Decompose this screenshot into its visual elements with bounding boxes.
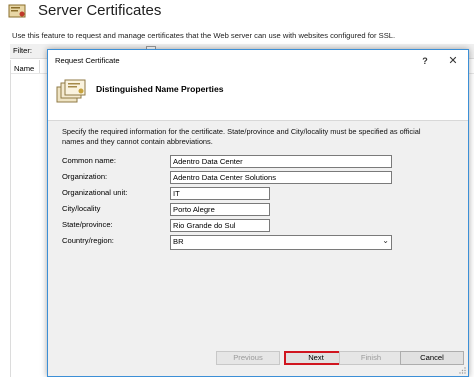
previous-button[interactable]: Previous	[216, 351, 280, 365]
dialog-footer: Previous Next Finish Cancel	[48, 348, 468, 376]
finish-button[interactable]: Finish	[339, 351, 403, 365]
page-title: Server Certificates	[38, 2, 162, 19]
country-select[interactable]: BR ⌄	[170, 235, 392, 250]
cancel-button[interactable]: Cancel	[400, 351, 464, 365]
country-selected-value: BR	[173, 237, 184, 246]
dialog-body: Specify the required information for the…	[48, 121, 468, 348]
dialog-titlebar[interactable]: Request Certificate ? ✕	[48, 50, 468, 72]
instructions-text: Specify the required information for the…	[62, 127, 421, 146]
filter-label: Filter:	[13, 46, 32, 55]
column-separator	[39, 60, 40, 73]
page-description: Use this feature to request and manage c…	[12, 31, 396, 40]
state-label: State/province:	[62, 220, 113, 229]
help-icon[interactable]: ?	[418, 54, 432, 68]
server-certificates-icon	[8, 4, 26, 18]
header-title: Distinguished Name Properties	[96, 84, 224, 94]
background-header: Server Certificates	[0, 0, 474, 26]
request-certificate-dialog: Request Certificate ? ✕ Distinguished Na…	[47, 49, 469, 377]
organizational-unit-input[interactable]	[170, 187, 270, 200]
column-header-name[interactable]: Name	[14, 64, 34, 73]
dialog-title: Request Certificate	[55, 56, 120, 65]
organization-label: Organization:	[62, 172, 108, 181]
country-label: Country/region:	[62, 236, 114, 245]
chevron-down-icon[interactable]: ⌄	[382, 236, 389, 245]
certificate-icon	[56, 79, 86, 103]
common-name-input[interactable]	[170, 155, 392, 168]
dialog-header: Distinguished Name Properties	[48, 72, 468, 121]
organizational-unit-label: Organizational unit:	[62, 188, 128, 197]
state-input[interactable]	[170, 219, 270, 232]
close-icon[interactable]: ✕	[446, 54, 460, 68]
city-input[interactable]	[170, 203, 270, 216]
resize-grip-icon[interactable]	[459, 367, 466, 374]
city-label: City/locality	[62, 204, 101, 213]
organization-input[interactable]	[170, 171, 392, 184]
common-name-label: Common name:	[62, 156, 117, 165]
